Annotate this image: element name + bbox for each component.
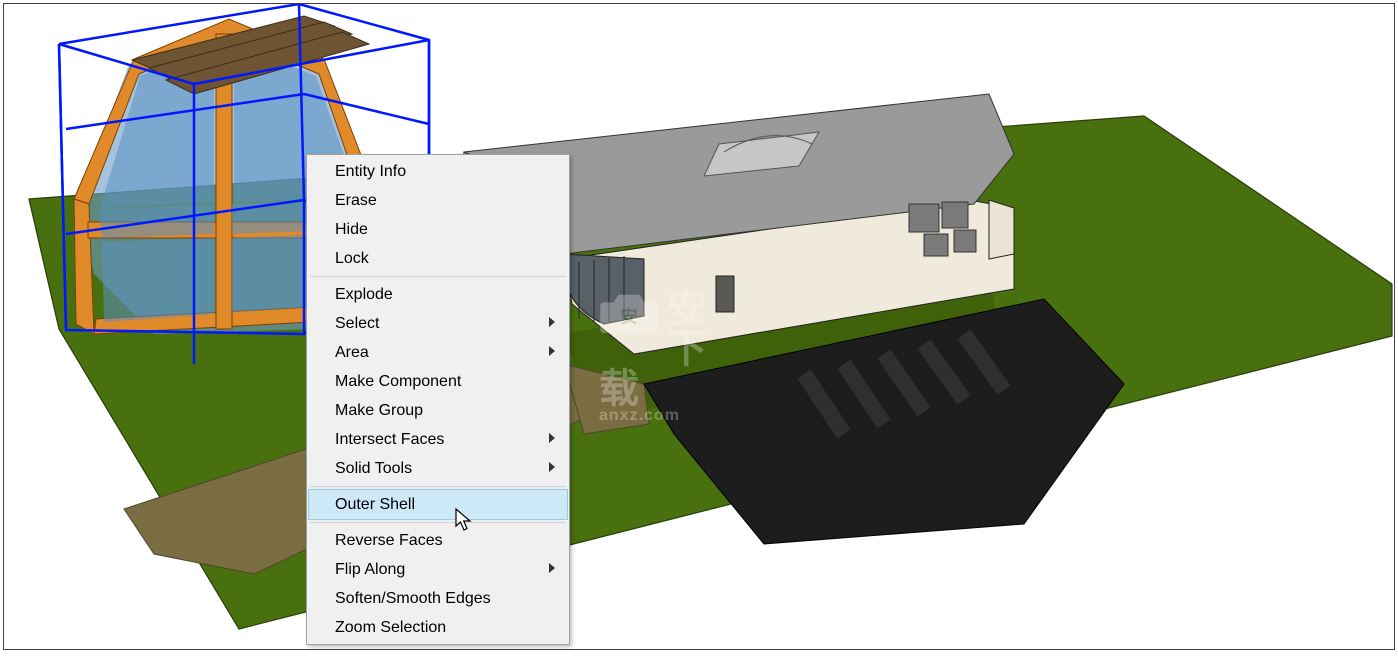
- app-frame: Entity Info Erase Hide Lock Explode Sele…: [3, 3, 1395, 650]
- menu-make-component[interactable]: Make Component: [309, 367, 567, 396]
- menu-zoom-selection[interactable]: Zoom Selection: [309, 613, 567, 642]
- submenu-arrow-icon: [549, 346, 555, 356]
- menu-erase[interactable]: Erase: [309, 186, 567, 215]
- menu-soften-smooth[interactable]: Soften/Smooth Edges: [309, 584, 567, 613]
- menu-entity-info[interactable]: Entity Info: [309, 157, 567, 186]
- submenu-arrow-icon: [549, 317, 555, 327]
- menu-solid-tools[interactable]: Solid Tools: [309, 454, 567, 483]
- menu-explode[interactable]: Explode: [309, 280, 567, 309]
- menu-make-group[interactable]: Make Group: [309, 396, 567, 425]
- menu-area[interactable]: Area: [309, 338, 567, 367]
- scene-canvas: [4, 4, 1396, 651]
- menu-separator: [310, 276, 566, 277]
- menu-intersect-faces[interactable]: Intersect Faces: [309, 425, 567, 454]
- submenu-arrow-icon: [549, 462, 555, 472]
- submenu-arrow-icon: [549, 563, 555, 573]
- menu-outer-shell[interactable]: Outer Shell: [308, 489, 568, 520]
- menu-separator: [310, 486, 566, 487]
- context-menu: Entity Info Erase Hide Lock Explode Sele…: [306, 154, 570, 645]
- menu-separator: [310, 522, 566, 523]
- menu-reverse-faces[interactable]: Reverse Faces: [309, 526, 567, 555]
- menu-select[interactable]: Select: [309, 309, 567, 338]
- submenu-arrow-icon: [549, 433, 555, 443]
- menu-flip-along[interactable]: Flip Along: [309, 555, 567, 584]
- model-viewport[interactable]: [4, 4, 1394, 649]
- menu-hide[interactable]: Hide: [309, 215, 567, 244]
- menu-lock[interactable]: Lock: [309, 244, 567, 273]
